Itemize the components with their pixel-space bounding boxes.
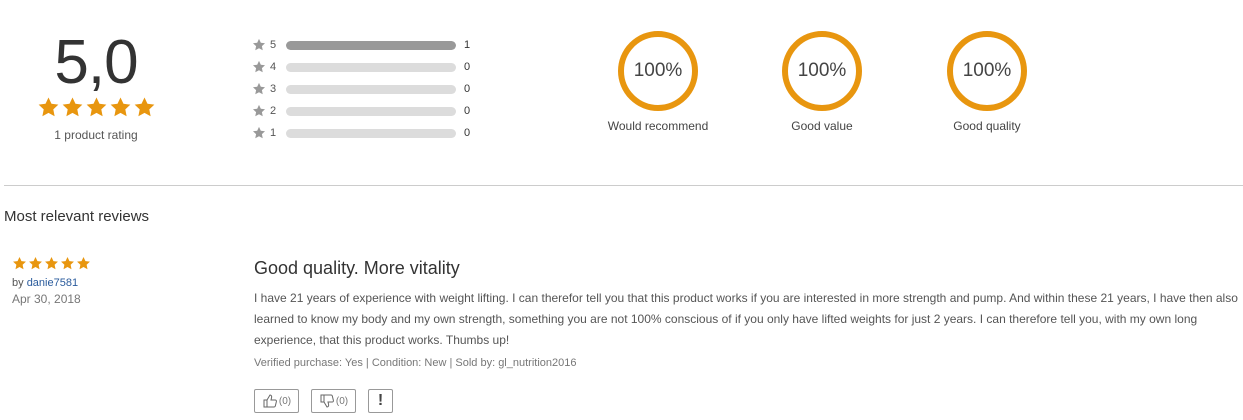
distribution-star-label: 3 bbox=[270, 83, 277, 95]
star-icon-wrap bbox=[252, 60, 266, 74]
star-icon-wrap bbox=[252, 104, 266, 118]
metric-ring: 100% bbox=[947, 31, 1027, 111]
average-rating-block: 5,0 1 product rating bbox=[36, 30, 156, 142]
distribution-bar bbox=[286, 84, 456, 94]
star-icon bbox=[86, 97, 106, 117]
star-icon bbox=[29, 256, 42, 270]
review-body: Good quality. More vitality I have 21 ye… bbox=[254, 258, 1239, 369]
thumbs-up-icon bbox=[263, 394, 277, 408]
like-count: (0) bbox=[278, 395, 292, 407]
metric-good-value: 100% Good value bbox=[762, 31, 882, 133]
rating-count: 1 product rating bbox=[54, 128, 138, 142]
metric-label: Good quality bbox=[953, 119, 1021, 133]
by-prefix: by bbox=[12, 277, 24, 289]
divider bbox=[4, 185, 1243, 186]
star-icon bbox=[252, 104, 266, 117]
distribution-star-label: 1 bbox=[270, 127, 277, 139]
thumbs-down-icon bbox=[320, 394, 334, 408]
distribution-bar bbox=[286, 106, 456, 116]
distribution-count: 1 bbox=[464, 39, 471, 51]
star-icon-wrap bbox=[252, 38, 266, 52]
review-purchase-info: Verified purchase: Yes | Condition: New … bbox=[254, 357, 577, 369]
star-icon bbox=[13, 256, 26, 270]
star-icon bbox=[38, 97, 58, 117]
star-icon bbox=[45, 256, 58, 270]
distribution-star-label: 2 bbox=[270, 105, 277, 117]
like-button[interactable]: (0) bbox=[254, 389, 299, 413]
distribution-bar bbox=[286, 128, 456, 138]
review-author-line: by danie7581 bbox=[12, 277, 212, 289]
section-title: Most relevant reviews bbox=[4, 208, 150, 225]
star-icon-wrap bbox=[252, 126, 266, 140]
star-icon bbox=[77, 256, 90, 270]
distribution-star-label: 4 bbox=[270, 61, 277, 73]
metric-good-quality: 100% Good quality bbox=[927, 31, 1047, 133]
rating-summary: 5,0 1 product rating 5140302010 100% Wou… bbox=[0, 0, 1243, 186]
review-meta: by danie7581 Apr 30, 2018 bbox=[12, 256, 212, 306]
metric-ring: 100% bbox=[618, 31, 698, 111]
star-icon bbox=[110, 97, 130, 117]
review-actions: (0) (0) ! bbox=[254, 389, 393, 413]
distribution-count: 0 bbox=[464, 61, 471, 73]
metric-ring: 100% bbox=[782, 31, 862, 111]
dislike-button[interactable]: (0) bbox=[311, 389, 356, 413]
distribution-bar bbox=[286, 40, 456, 50]
star-icon bbox=[134, 97, 154, 117]
distribution-bar-fill bbox=[286, 40, 456, 50]
metric-would-recommend: 100% Would recommend bbox=[598, 31, 718, 133]
star-icon bbox=[252, 38, 266, 51]
distribution-count: 0 bbox=[464, 105, 471, 117]
distribution-row[interactable]: 51 bbox=[252, 34, 482, 56]
review-title: Good quality. More vitality bbox=[254, 258, 460, 278]
distribution-count: 0 bbox=[464, 127, 471, 139]
review-author-link[interactable]: danie7581 bbox=[27, 277, 78, 289]
star-icon bbox=[62, 97, 82, 117]
review-stars bbox=[12, 256, 212, 273]
star-icon bbox=[252, 126, 266, 139]
distribution-row[interactable]: 20 bbox=[252, 100, 482, 122]
distribution-row[interactable]: 40 bbox=[252, 56, 482, 78]
distribution-star-label: 5 bbox=[270, 39, 277, 51]
star-icon-wrap bbox=[252, 82, 266, 96]
report-icon: ! bbox=[377, 392, 384, 409]
star-icon bbox=[252, 82, 266, 95]
average-stars bbox=[36, 96, 156, 120]
rating-distribution: 5140302010 bbox=[252, 34, 482, 144]
star-icon bbox=[252, 60, 266, 73]
star-icon bbox=[61, 256, 74, 270]
metric-label: Would recommend bbox=[607, 119, 709, 133]
metric-label: Good value bbox=[791, 119, 853, 133]
average-score: 5,0 bbox=[54, 28, 138, 97]
distribution-count: 0 bbox=[464, 83, 471, 95]
distribution-row[interactable]: 10 bbox=[252, 122, 482, 144]
report-button[interactable]: ! bbox=[368, 389, 393, 413]
review-date: Apr 30, 2018 bbox=[12, 292, 81, 306]
dislike-count: (0) bbox=[335, 395, 349, 407]
review-text: I have 21 years of experience with weigh… bbox=[254, 291, 1238, 347]
distribution-bar bbox=[286, 62, 456, 72]
distribution-row[interactable]: 30 bbox=[252, 78, 482, 100]
